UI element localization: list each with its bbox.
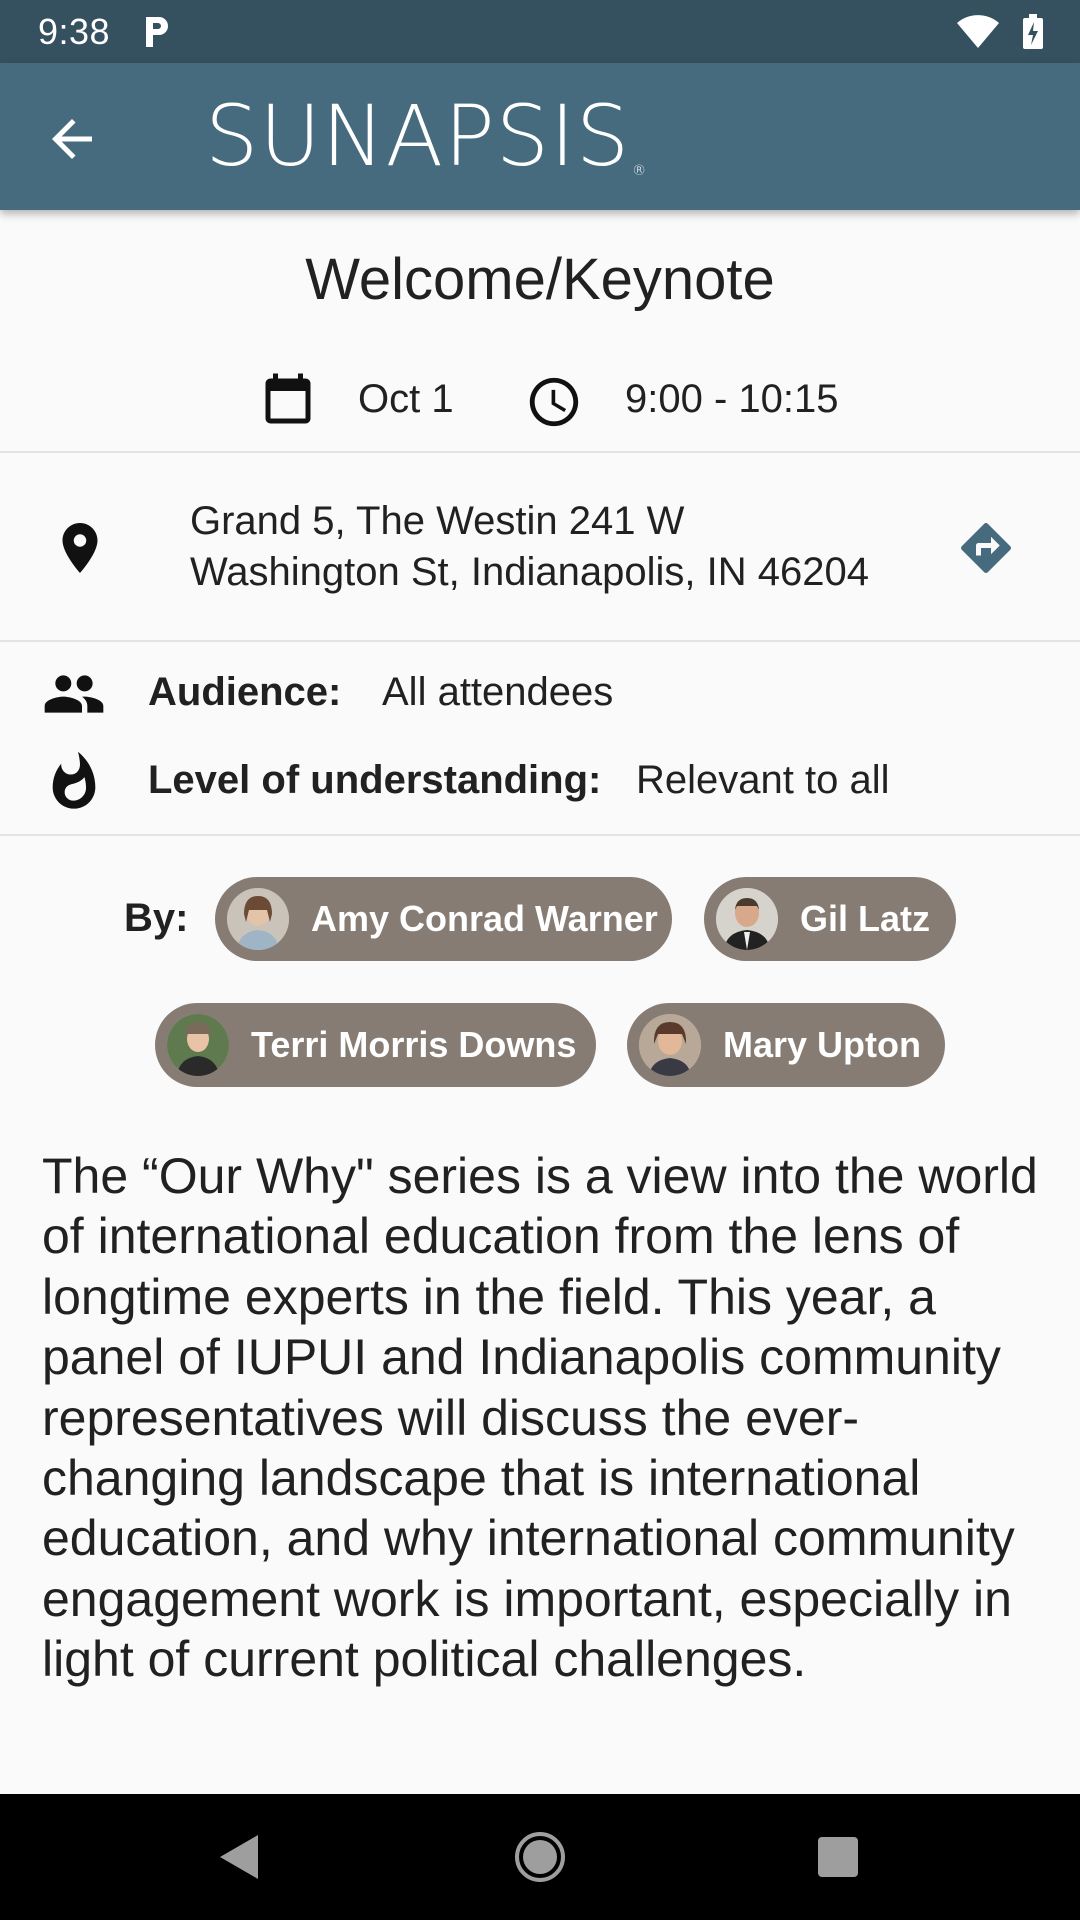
divider [0,451,1080,453]
arrow-back-icon [52,119,92,159]
parking-p-icon [142,15,172,49]
nav-recents-icon [818,1837,858,1877]
wifi-icon [956,15,1000,54]
registered-mark: ® [632,163,648,179]
session-datetime: Oct 1 9:00 - 10:15 [0,365,1080,435]
session-time: 9:00 - 10:15 [625,377,839,421]
speaker-chip[interactable]: Mary Upton [627,1003,945,1087]
speaker-photo-avatar [716,888,778,950]
level-row: Level of understanding: Relevant to all [0,751,1080,812]
status-icons [956,14,1044,55]
status-bar: 9:38 [0,0,1080,63]
audience-value: All attendees [382,670,614,714]
session-date: Oct 1 [358,377,454,421]
session-title: Welcome/Keynote [305,247,775,312]
app-logo: SUNAPSIS ® [205,87,648,185]
speaker-photo-avatar [639,1014,701,1076]
level-value: Relevant to all [636,758,890,802]
nav-back-button[interactable] [210,1827,270,1887]
directions-button[interactable] [956,518,1016,578]
speaker-chip[interactable]: Gil Latz [704,877,956,961]
speaker-name: Gil Latz [800,898,931,939]
session-description: The “Our Why" series is a view into the … [42,1148,1038,1688]
system-nav-bar [0,1794,1080,1920]
speaker-name: Mary Upton [723,1024,921,1065]
directions-icon [961,522,1012,573]
flame-icon [42,750,106,819]
location-pin-icon [50,518,110,583]
divider [0,834,1080,836]
app-bar: SUNAPSIS ® [0,63,1080,210]
nav-home-icon [515,1832,565,1882]
address-line-1: Grand 5, The Westin 241 W [190,499,685,543]
nav-recents-button[interactable] [808,1827,868,1887]
session-address: Grand 5, The Westin 241 W Washington St,… [190,496,869,598]
speaker-name: Amy Conrad Warner [311,898,658,939]
battery-charging-icon [1022,14,1044,55]
calendar-icon [258,371,318,436]
people-icon [42,662,106,731]
audience-label: Audience: [148,670,342,714]
level-label: Level of understanding: [148,758,602,802]
speaker-photo-avatar [167,1014,229,1076]
status-time: 9:38 [38,10,111,52]
clock-icon [525,373,583,436]
speaker-name: Terri Morris Downs [251,1024,577,1065]
nav-back-icon [220,1835,258,1879]
speaker-chip[interactable]: Terri Morris Downs [155,1003,596,1087]
logo-text: SUNAPSIS [205,87,631,185]
nav-home-button[interactable] [510,1827,570,1887]
divider [0,640,1080,642]
back-button[interactable] [42,109,102,169]
speaker-chip[interactable]: Amy Conrad Warner [215,877,672,961]
audience-row: Audience: All attendees [0,664,1080,724]
address-line-2: Washington St, Indianapolis, IN 46204 [190,550,869,594]
by-label: By: [124,896,189,940]
speaker-photo-avatar [227,888,289,950]
